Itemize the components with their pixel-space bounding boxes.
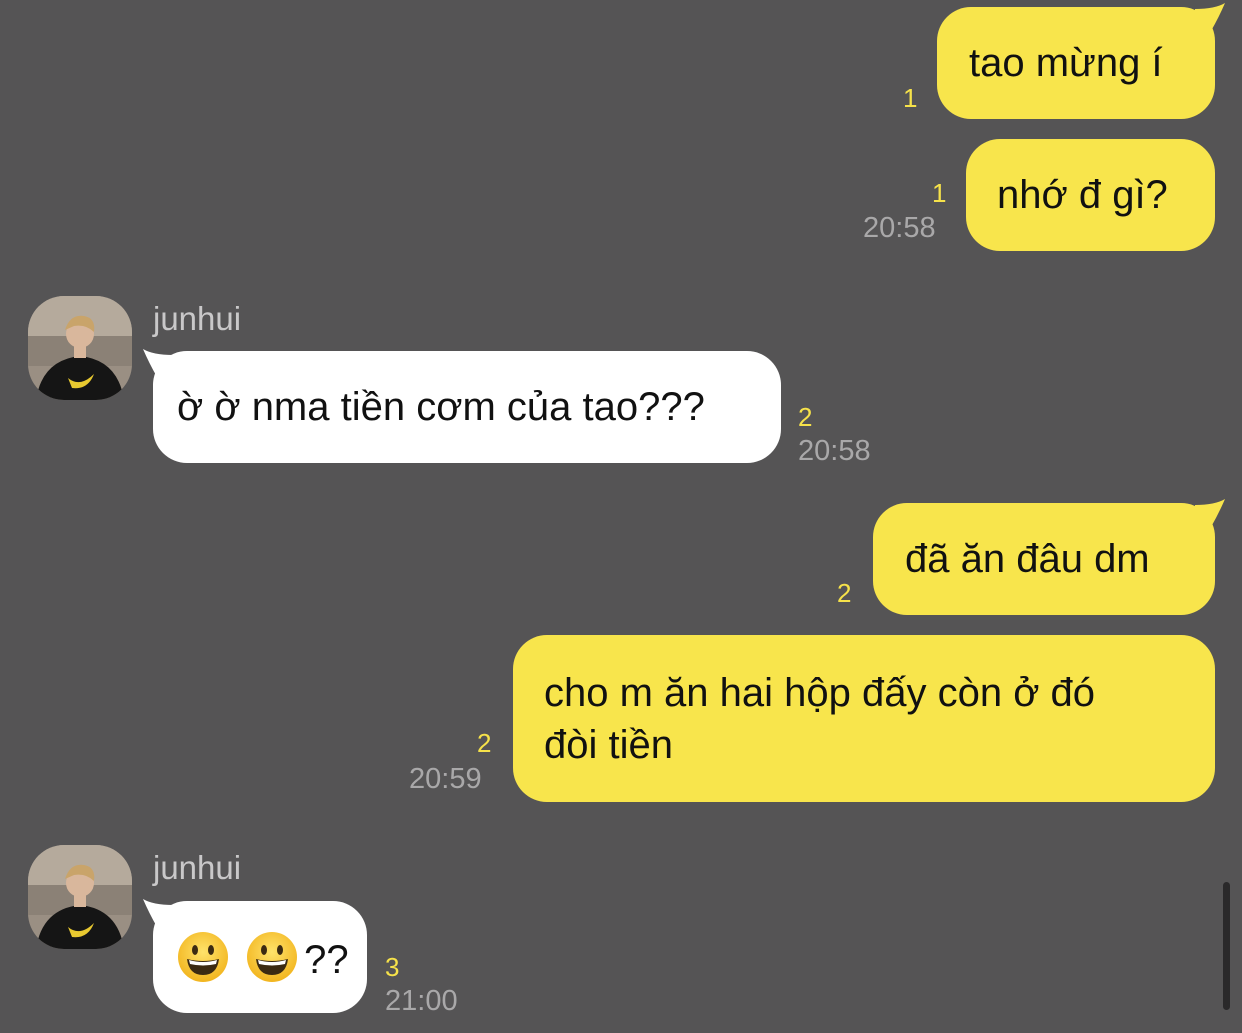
message-time: 20:58 xyxy=(798,435,871,467)
chat-view[interactable]: 1 tao mừng í 1 20:58 nhớ đ gì? junhui ờ … xyxy=(0,0,1242,1033)
sender-name: junhui xyxy=(153,300,242,337)
avatar[interactable] xyxy=(28,296,132,400)
message-bubble-outgoing[interactable]: tao mừng í xyxy=(937,3,1225,119)
message-text-line: cho m ăn hai hộp đấy còn ở đó xyxy=(544,671,1096,715)
avatar-photo-icon xyxy=(28,845,132,949)
bubble-tail xyxy=(1195,499,1225,527)
scrollbar[interactable] xyxy=(1223,882,1230,1010)
unread-count: 1 xyxy=(903,83,918,113)
unread-count: 2 xyxy=(798,402,813,432)
bubble-tail xyxy=(1195,3,1225,31)
message-bubble-incoming[interactable]: ?? xyxy=(143,899,367,1013)
message-bubble-outgoing[interactable]: đã ăn đâu dm xyxy=(873,499,1225,615)
unread-count: 1 xyxy=(932,178,947,208)
unread-count: 2 xyxy=(837,578,852,608)
message-text: ?? xyxy=(304,938,349,982)
message-text: ờ ờ nma tiền cơm của tao??? xyxy=(177,385,705,429)
bubble-tail xyxy=(143,899,173,927)
avatar-photo-icon xyxy=(28,296,132,400)
sender-name: junhui xyxy=(153,849,242,886)
grinning-face-emoji xyxy=(178,932,228,982)
message-time: 21:00 xyxy=(385,985,458,1017)
message-bubble-outgoing[interactable]: cho m ăn hai hộp đấy còn ở đó đòi tiền xyxy=(513,635,1215,802)
unread-count: 3 xyxy=(385,952,400,982)
message-time: 20:59 xyxy=(409,763,482,795)
grinning-face-emoji xyxy=(247,932,298,982)
message-time: 20:58 xyxy=(863,212,936,244)
message-text: nhớ đ gì? xyxy=(997,173,1168,217)
bubble-tail xyxy=(143,349,173,377)
message-text: đã ăn đâu dm xyxy=(905,537,1150,581)
message-text: tao mừng í xyxy=(969,41,1163,85)
unread-count: 2 xyxy=(477,728,492,758)
message-bubble-incoming[interactable]: ờ ờ nma tiền cơm của tao??? xyxy=(143,349,781,463)
message-bubble-outgoing[interactable]: nhớ đ gì? xyxy=(966,139,1215,251)
avatar[interactable] xyxy=(28,845,132,949)
message-text-line: đòi tiền xyxy=(544,723,673,767)
